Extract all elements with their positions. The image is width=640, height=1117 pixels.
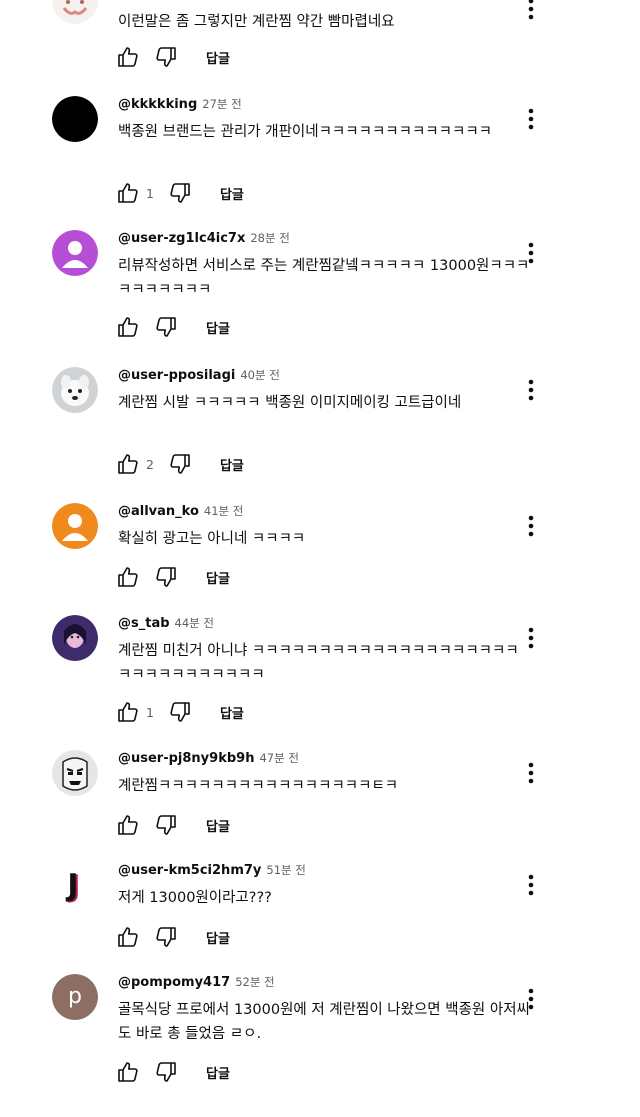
comment-author[interactable]: @user-pj8ny9kb9h (118, 751, 254, 766)
more-options-icon[interactable] (520, 0, 542, 22)
comment-author[interactable]: @user-pposilagi (118, 368, 235, 383)
thumb-up-icon[interactable] (116, 452, 140, 476)
avatar[interactable] (52, 615, 98, 661)
avatar-letter: p (68, 984, 82, 1009)
comment-time: 40분 전 (240, 368, 280, 382)
reply-button[interactable]: 답글 (220, 184, 244, 203)
comment-time: 51분 전 (266, 863, 306, 877)
thumb-down-icon[interactable] (168, 452, 192, 476)
like-count: 2 (146, 456, 154, 472)
comment-text: 리뷰작성하면 서비스로 주는 계란찜같넼ㅋㅋㅋㅋㅋ 13000원ㅋㅋㅋㅋㅋㅋㅋㅋ… (118, 258, 530, 298)
avatar[interactable] (52, 96, 98, 142)
comment-author[interactable]: @user-km5ci2hm7y (118, 863, 261, 878)
comment-text: 확실히 광고는 아니네 ㅋㅋㅋㅋ (118, 531, 306, 547)
more-options-icon[interactable] (520, 240, 542, 266)
reply-button[interactable]: 답글 (206, 1063, 230, 1082)
reply-button[interactable]: 답글 (220, 703, 244, 722)
thumb-up-icon[interactable] (116, 813, 140, 837)
more-options-icon[interactable] (520, 760, 542, 786)
avatar[interactable] (52, 503, 98, 549)
comment-author[interactable]: @pompomy417 (118, 975, 230, 990)
thumb-up-icon[interactable] (116, 315, 140, 339)
thumb-up-icon[interactable] (116, 925, 140, 949)
comment-text: 계란찜 미친거 아니냐 ㅋㅋㅋㅋㅋㅋㅋㅋㅋㅋㅋㅋㅋㅋㅋㅋㅋㅋㅋㅋㅋㅋㅋㅋㅋㅋㅋㅋ… (118, 643, 519, 683)
more-options-icon[interactable] (520, 513, 542, 539)
thumb-up-icon[interactable] (116, 700, 140, 724)
like-count: 1 (146, 704, 154, 720)
comment-text: 골목식당 프로에서 13000원에 저 계란찜이 나왔으면 백종원 아저씨도 바… (118, 1002, 530, 1042)
comment-text: 저게 13000원이라고??? (118, 890, 272, 906)
more-options-icon[interactable] (520, 106, 542, 132)
avatar[interactable] (52, 367, 98, 413)
more-options-icon[interactable] (520, 625, 542, 651)
comment-time: 28분 전 (250, 231, 290, 245)
reply-button[interactable]: 답글 (220, 455, 244, 474)
like-count: 1 (146, 185, 154, 201)
reply-button[interactable]: 답글 (206, 928, 230, 947)
avatar[interactable] (52, 0, 98, 24)
svg-text:J: J (65, 868, 78, 903)
comment-time: 47분 전 (259, 751, 299, 765)
thumb-down-icon[interactable] (154, 925, 178, 949)
thumb-down-icon[interactable] (154, 45, 178, 69)
thumb-down-icon[interactable] (154, 565, 178, 589)
comment-text: 계란찜ㅋㅋㅋㅋㅋㅋㅋㅋㅋㅋㅋㅋㅋㅋㅋㅋㅌㅋ (118, 778, 399, 794)
comment-time: 52분 전 (235, 975, 275, 989)
thumb-up-icon[interactable] (116, 1060, 140, 1084)
thumb-down-icon[interactable] (154, 813, 178, 837)
avatar[interactable] (52, 750, 98, 796)
avatar[interactable]: JJ (52, 862, 98, 908)
thumb-down-icon[interactable] (154, 315, 178, 339)
thumb-up-icon[interactable] (116, 45, 140, 69)
comment-text: 백종원 브랜드는 관리가 개판이네ㅋㅋㅋㅋㅋㅋㅋㅋㅋㅋㅋㅋㅋ (118, 124, 493, 140)
reply-button[interactable]: 답글 (206, 48, 230, 67)
more-options-icon[interactable] (520, 377, 542, 403)
reply-button[interactable]: 답글 (206, 816, 230, 835)
reply-button[interactable]: 답글 (206, 568, 230, 587)
thumb-down-icon[interactable] (168, 181, 192, 205)
comment-author[interactable]: @s_tab (118, 616, 170, 631)
thumb-up-icon[interactable] (116, 181, 140, 205)
avatar[interactable]: p (52, 974, 98, 1020)
thumb-down-icon[interactable] (168, 700, 192, 724)
more-options-icon[interactable] (520, 872, 542, 898)
comment-author[interactable]: @kkkkking (118, 97, 197, 112)
comment-time: 41분 전 (203, 504, 244, 518)
thumb-down-icon[interactable] (154, 1060, 178, 1084)
thumb-up-icon[interactable] (116, 565, 140, 589)
more-options-icon[interactable] (520, 986, 542, 1012)
comment-time: 44분 전 (174, 616, 214, 630)
comment-text: 이런말은 좀 그렇지만 계란찜 약간 빰마렵네요 (118, 14, 395, 30)
comment-time: 27분 전 (202, 97, 242, 111)
comment-author[interactable]: @allvan_ko (118, 504, 199, 519)
comment-text: 계란찜 시발 ㅋㅋㅋㅋㅋ 백종원 이미지메이킹 고트급이네 (118, 395, 462, 411)
comment-author[interactable]: @user-zg1lc4ic7x (118, 231, 245, 246)
avatar[interactable] (52, 230, 98, 276)
reply-button[interactable]: 답글 (206, 318, 230, 337)
